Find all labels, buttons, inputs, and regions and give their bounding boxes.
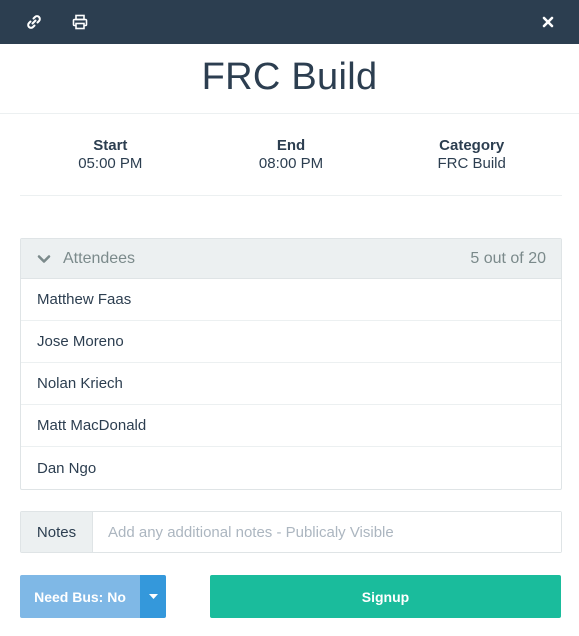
attendees-title: Attendees [63, 249, 136, 267]
need-bus-button[interactable]: Need Bus: No [20, 575, 140, 618]
start-label: Start [93, 137, 128, 154]
top-toolbar [0, 0, 579, 44]
start-value: 05:00 PM [78, 155, 143, 172]
event-info-row: Start 05:00 PM End 08:00 PM Category FRC… [20, 114, 562, 196]
end-value: 08:00 PM [258, 155, 324, 172]
attendee-item: Jose Moreno [21, 321, 561, 363]
need-bus-caret-button[interactable] [140, 575, 166, 618]
start-info: Start 05:00 PM [20, 114, 201, 195]
category-info: Category FRC Build [381, 114, 562, 195]
category-value: FRC Build [437, 155, 506, 172]
need-bus-dropdown: Need Bus: No [20, 575, 166, 618]
end-label: End [276, 137, 306, 154]
attendees-header[interactable]: Attendees 5 out of 20 [21, 239, 561, 279]
signup-button[interactable]: Signup [210, 575, 561, 618]
attendees-count: 5 out of 20 [470, 249, 546, 267]
attendee-item: Nolan Kriech [21, 363, 561, 405]
title-section: FRC Build [0, 44, 579, 114]
page-title: FRC Build [201, 56, 378, 98]
caret-down-icon [148, 593, 158, 600]
close-icon[interactable] [538, 12, 558, 32]
print-icon[interactable] [70, 12, 90, 32]
attendee-item: Matthew Faas [21, 279, 561, 321]
notes-group: Notes [20, 511, 562, 553]
attendee-item: Matt MacDonald [21, 405, 561, 447]
attendee-item: Dan Ngo [37, 459, 97, 477]
link-icon[interactable] [24, 12, 44, 32]
attendees-list: Matthew Faas Jose Moreno Nolan Kriech Ma… [21, 279, 561, 489]
category-label: Category [439, 137, 505, 154]
notes-label: Notes [21, 512, 93, 552]
notes-input[interactable] [93, 512, 561, 552]
chevron-down-icon[interactable] [37, 251, 53, 267]
end-info: End 08:00 PM [201, 114, 382, 195]
attendees-panel: Attendees 5 out of 20 Matthew Faas Jose … [20, 238, 562, 490]
